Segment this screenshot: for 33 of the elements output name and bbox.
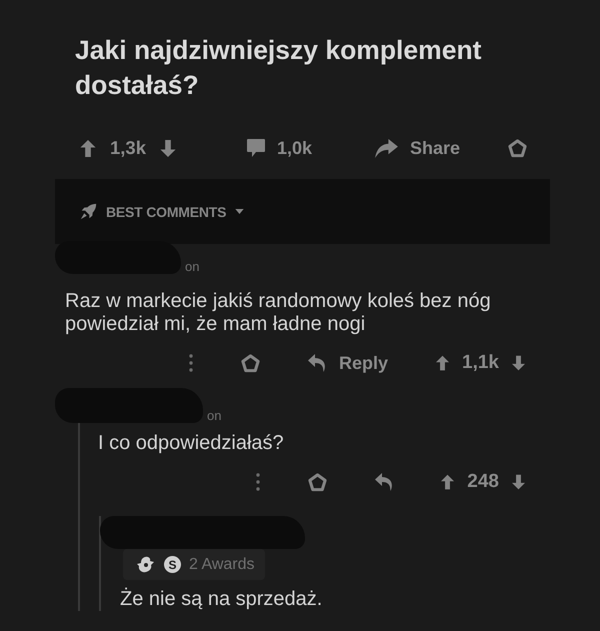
reply-icon: [308, 354, 326, 372]
comment-score: 248: [467, 471, 499, 493]
share-button[interactable]: Share: [375, 138, 508, 158]
reply-button[interactable]: Reply: [308, 352, 388, 374]
downvote-icon[interactable]: [512, 355, 525, 371]
post-score: 1,3k: [110, 137, 146, 159]
award-icon[interactable]: [308, 472, 328, 492]
downvote-icon[interactable]: [160, 140, 176, 156]
comments-button[interactable]: 1,0k: [247, 138, 375, 158]
awards-label: 2 Awards: [189, 556, 255, 574]
comment-meta: on: [185, 260, 200, 274]
downvote-icon[interactable]: [512, 474, 525, 490]
comment-body: I co odpowiedziałaś?: [98, 432, 285, 455]
award-figure-icon: [136, 556, 156, 574]
comment-body: Że nie są na sprzedaż.: [120, 588, 324, 611]
more-options-icon[interactable]: [256, 473, 260, 491]
award-icon[interactable]: [240, 354, 260, 372]
comment-score: 1,1k: [462, 352, 499, 374]
award-icon[interactable]: [508, 138, 527, 158]
share-icon: [375, 138, 398, 158]
comment-meta: on: [207, 409, 222, 423]
comment-icon: [247, 139, 265, 157]
more-options-icon[interactable]: [188, 354, 193, 372]
comment-body: Raz w markecie jakiś randomowy koleś bez nóg powiedział mi, że mam ładne nogi: [65, 290, 492, 336]
upvote-icon[interactable]: [80, 140, 96, 156]
award-coin: S: [164, 556, 181, 573]
caret-icon: [235, 209, 244, 214]
reply-icon[interactable]: [375, 473, 394, 491]
post-title: Jaki najdziwniejszy komplement dostałaś?: [75, 34, 482, 102]
rocket-icon: [80, 203, 97, 220]
sort-dropdown[interactable]: BEST COMMENTS: [55, 179, 550, 244]
upvote-icon[interactable]: [441, 474, 454, 490]
upvote-icon[interactable]: [436, 355, 450, 371]
